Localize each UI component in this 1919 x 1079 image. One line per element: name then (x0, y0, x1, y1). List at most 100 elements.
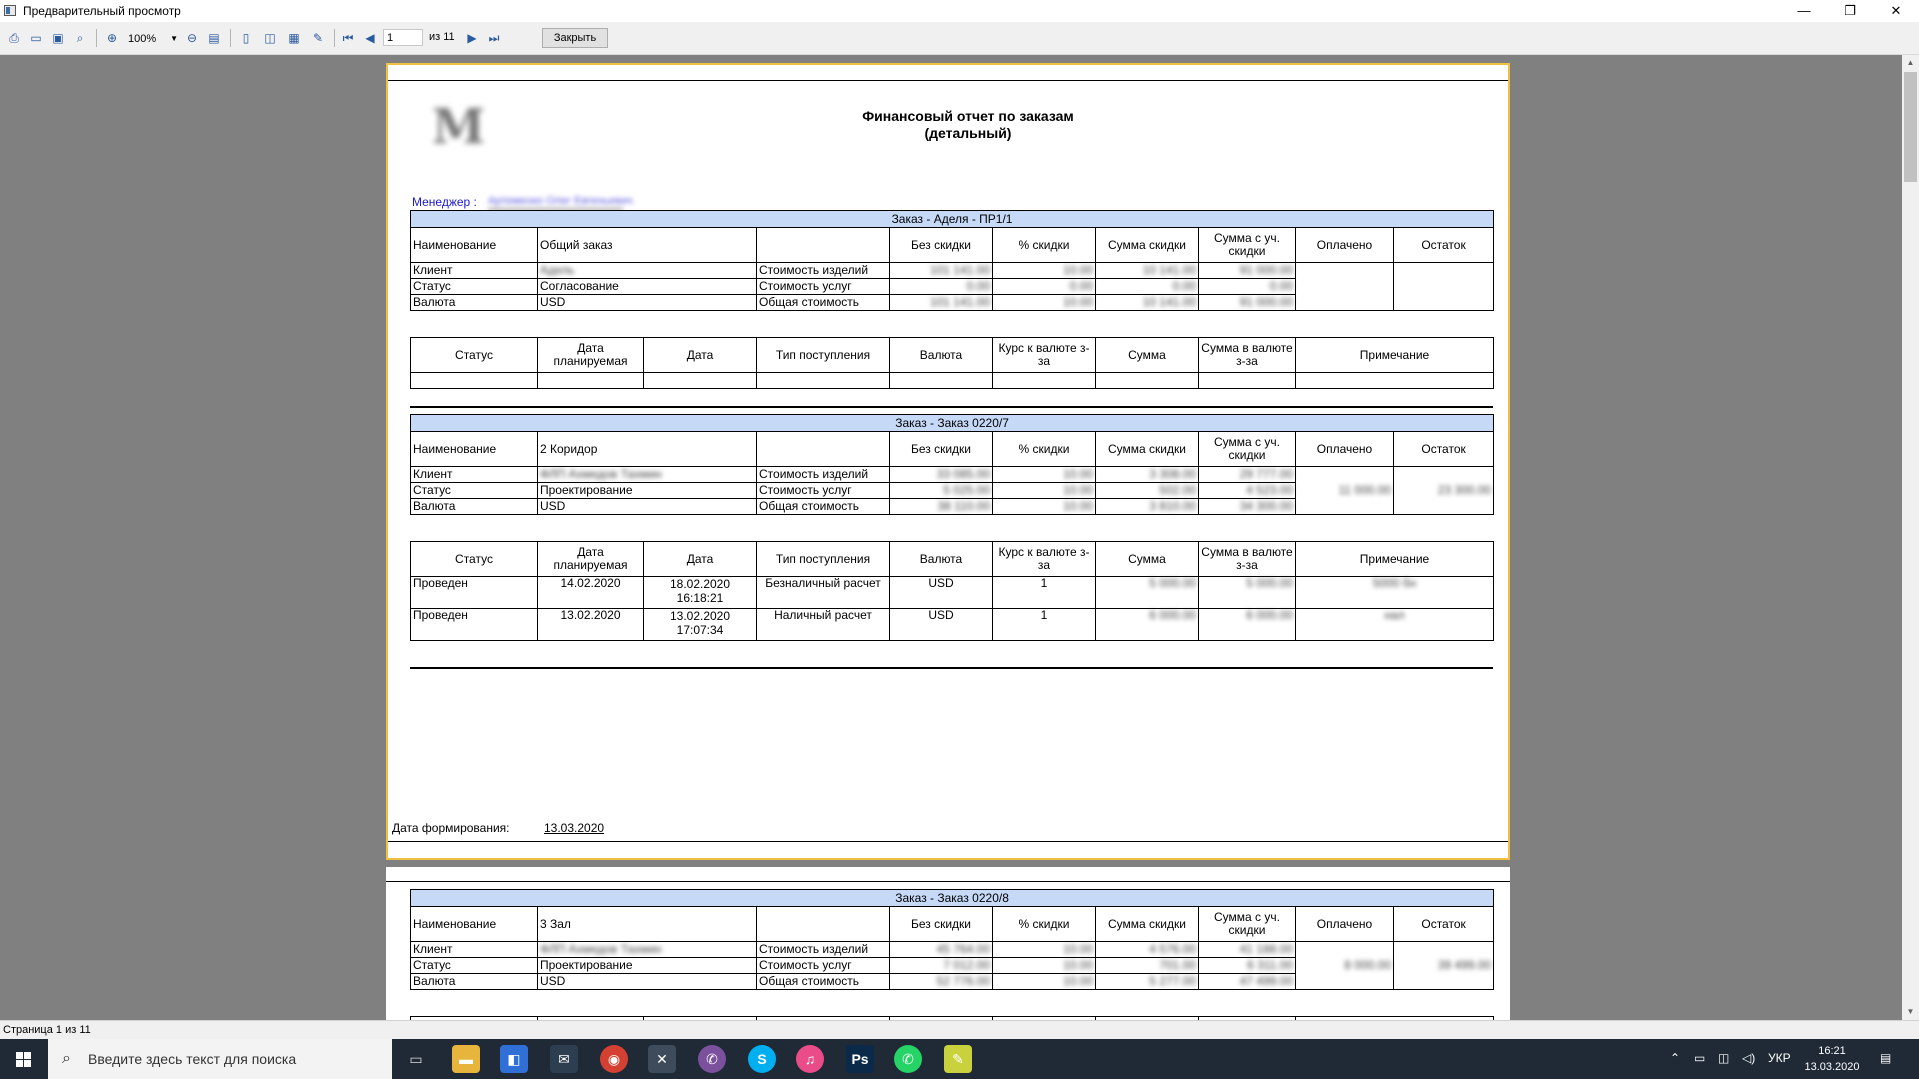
start-button[interactable] (0, 1039, 48, 1079)
amount-cell: 45 764.00 (889, 941, 993, 958)
order-header-cell: Оплачено (1295, 227, 1394, 263)
order-header-cell: Сумма скидки (1095, 227, 1199, 263)
vertical-scrollbar[interactable]: ▲ ▼ (1902, 55, 1919, 1020)
print-icon[interactable]: ⎙ (6, 30, 22, 46)
close-preview-button[interactable]: Закрыть (542, 28, 608, 48)
row-label: Клиент (410, 941, 538, 958)
order-name: 2 Коридор (537, 431, 757, 467)
last-page-icon[interactable]: ⏭ (486, 30, 502, 46)
payment-header-cell: Дата (643, 337, 757, 373)
payment-sum: 6 000.00 (1095, 608, 1199, 641)
payment-status: Проведен (410, 576, 538, 609)
payment-sum-currency: 6 000.00 (1198, 608, 1296, 641)
mail-icon[interactable]: ✉ (550, 1045, 578, 1073)
skype-icon[interactable]: S (748, 1045, 776, 1073)
minimize-button[interactable]: — (1781, 0, 1827, 22)
zoom-in-icon[interactable]: ⊕ (104, 30, 120, 46)
zoom-out-icon[interactable]: ⊖ (184, 30, 200, 46)
amount-cell: 52 776.00 (889, 973, 993, 990)
report-title-line-2: (детальный) (924, 125, 1012, 141)
amount-cell: 0.00 (1095, 278, 1199, 295)
itunes-icon[interactable]: ♫ (796, 1045, 824, 1073)
amount-cell: 10.00 (992, 973, 1096, 990)
preview-viewport[interactable]: M Финансовый отчет по заказам (детальный… (0, 55, 1902, 1020)
zoom-select[interactable]: 100% ▼ (128, 31, 178, 47)
rest-cell: 39 499.00 (1392, 941, 1495, 990)
app-icon-yellow[interactable]: ✎ (944, 1045, 972, 1073)
payment-date-time: 17:07:34 (676, 623, 724, 637)
payment-cell (1095, 372, 1199, 389)
page-number-input[interactable]: 1 (383, 29, 423, 46)
rest-cell: 23 300.00 (1392, 466, 1495, 515)
windows-taskbar: ⌕ Введите здесь текст для поиска ▭ ▬ ◧ ✉… (0, 1039, 1919, 1079)
toolbar-separator (230, 29, 231, 47)
payment-header-cell: Примечание (1295, 541, 1494, 577)
payment-header-cell: Сумма (1095, 541, 1199, 577)
edit-icon[interactable]: ✎ (310, 30, 326, 46)
payment-header-cell: Валюта (889, 337, 993, 373)
store-icon[interactable]: ◧ (500, 1045, 528, 1073)
row-label: Валюта (410, 294, 538, 311)
next-page-icon[interactable]: ▶ (464, 30, 480, 46)
first-page-icon[interactable]: ⏮ (340, 30, 356, 46)
rest-cell (1392, 262, 1495, 311)
client-value: Адель (537, 262, 757, 279)
find-icon[interactable]: ⌕ (72, 30, 88, 46)
scrollbar-thumb[interactable] (1904, 72, 1917, 182)
payment-planned-date: 14.02.2020 (537, 576, 644, 609)
close-window-button[interactable]: ✕ (1873, 0, 1919, 22)
amount-cell: 91 000.00 (1198, 294, 1296, 311)
task-view-icon[interactable]: ▭ (402, 1045, 430, 1073)
order-header-cell: Остаток (1392, 906, 1495, 942)
search-placeholder: Введите здесь текст для поиска (88, 1051, 297, 1067)
restore-button[interactable]: ❐ (1827, 0, 1873, 22)
scroll-down-icon[interactable]: ▼ (1902, 1004, 1919, 1020)
two-pages-icon[interactable]: ◫ (262, 30, 278, 46)
payment-cell (410, 372, 538, 389)
battery-icon[interactable]: ▭ (1694, 1051, 1705, 1065)
scroll-up-icon[interactable]: ▲ (1902, 55, 1919, 71)
file-explorer-icon[interactable]: ▬ (452, 1045, 480, 1073)
viber-icon[interactable]: ✆ (698, 1045, 726, 1073)
cost-label: Стоимость услуг (756, 957, 890, 974)
amount-cell: 10 141.00 (1095, 262, 1199, 279)
payment-cell (756, 372, 890, 389)
payment-cell (643, 372, 757, 389)
order-header-cell: Остаток (1392, 431, 1495, 467)
amount-cell: 0.00 (992, 278, 1096, 295)
photoshop-icon[interactable]: Ps (846, 1045, 874, 1073)
single-page-icon[interactable]: ▯ (238, 30, 254, 46)
currency-value: USD (537, 294, 757, 311)
order-header-cell: Сумма с уч. скидки (1198, 906, 1296, 942)
notifications-icon[interactable]: ▤ (1880, 1051, 1891, 1065)
chrome-icon[interactable]: ◉ (600, 1045, 628, 1073)
whatsapp-icon[interactable]: ✆ (894, 1045, 922, 1073)
status-bar: Страница 1 из 11 (0, 1020, 1919, 1040)
payment-date-day: 13.02.2020 (669, 609, 731, 624)
amount-cell: 4 523.00 (1198, 482, 1296, 499)
page-width-icon[interactable]: ▤ (206, 30, 222, 46)
order-header-cell: Сумма скидки (1095, 431, 1199, 467)
payment-date: 13.02.2020 17:07:34 (643, 608, 757, 641)
row-label: Валюта (410, 973, 538, 990)
volume-icon[interactable]: ◁) (1742, 1051, 1755, 1065)
order-header-cell: Оплачено (1295, 906, 1394, 942)
app-active-icon[interactable]: ✕ (648, 1045, 676, 1073)
tray-overflow-icon[interactable]: ⌃ (1670, 1051, 1680, 1065)
prev-page-icon[interactable]: ◀ (362, 30, 378, 46)
order-header-cell: Наименование (410, 227, 538, 263)
open-icon[interactable]: ▭ (28, 30, 44, 46)
language-indicator[interactable]: УКР (1768, 1051, 1791, 1065)
payment-status: Проведен (410, 608, 538, 641)
payment-header-cell: Курс к валюте з-за (992, 541, 1096, 577)
taskbar-clock[interactable]: 16:21 13.03.2020 (1802, 1043, 1862, 1075)
date-formed-value: 13.03.2020 (544, 821, 605, 835)
amount-cell: 47 499.00 (1198, 973, 1296, 990)
amount-cell: 10.00 (992, 941, 1096, 958)
company-logo: M (432, 99, 486, 155)
search-icon: ⌕ (62, 1050, 71, 1067)
page-setup-icon[interactable]: ▦ (286, 30, 302, 46)
taskbar-search-box[interactable]: ⌕ Введите здесь текст для поиска (48, 1039, 392, 1079)
save-icon[interactable]: ▣ (50, 30, 66, 46)
network-icon[interactable]: ◫ (1718, 1051, 1729, 1065)
